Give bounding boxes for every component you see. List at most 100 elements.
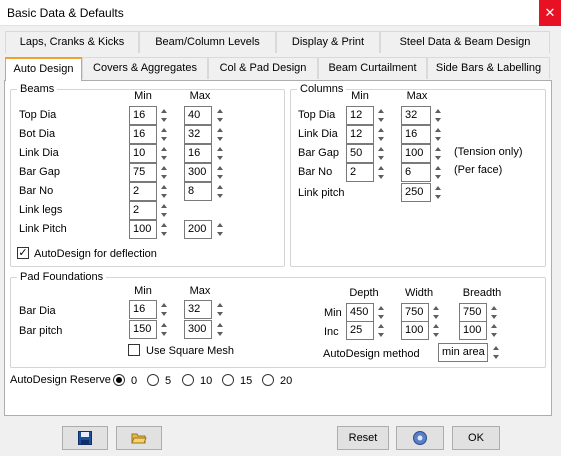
spin-down-icon[interactable] — [217, 232, 223, 236]
spin-up-icon[interactable] — [435, 109, 441, 113]
column-link-dia-min-spinner[interactable] — [377, 125, 387, 144]
beam-link-legs-min-spinner[interactable] — [160, 201, 170, 220]
spin-down-icon[interactable] — [217, 118, 223, 122]
spin-down-icon[interactable] — [435, 137, 441, 141]
beam-bot-dia-max-spinner[interactable] — [216, 125, 226, 144]
tab-side-bars-labelling[interactable]: Side Bars & Labelling — [427, 57, 550, 79]
spin-up-icon[interactable] — [493, 346, 499, 350]
spin-up-icon[interactable] — [378, 128, 384, 132]
spin-down-icon[interactable] — [378, 175, 384, 179]
pad-width-min-field[interactable]: 750 — [401, 303, 429, 322]
beam-bot-dia-min-spinner[interactable] — [160, 125, 170, 144]
pad-bar-pitch-max-spinner[interactable] — [216, 320, 226, 339]
help-button[interactable] — [396, 426, 444, 450]
column-bar-gap-min-spinner[interactable] — [377, 144, 387, 163]
column-top-dia-min-spinner[interactable] — [377, 106, 387, 125]
spin-down-icon[interactable] — [161, 156, 167, 160]
spin-down-icon[interactable] — [217, 175, 223, 179]
autodesign-method-field[interactable]: min area — [438, 343, 488, 362]
spin-down-icon[interactable] — [435, 156, 441, 160]
reserve-radio-10[interactable] — [182, 374, 194, 386]
spin-up-icon[interactable] — [217, 185, 223, 189]
spin-down-icon[interactable] — [161, 137, 167, 141]
square-mesh-checkbox[interactable] — [128, 344, 140, 356]
spin-up-icon[interactable] — [161, 223, 167, 227]
beam-link-legs-min-field[interactable]: 2 — [129, 201, 157, 220]
beam-link-pitch-max-spinner[interactable] — [216, 220, 226, 239]
autodesign-deflection-checkbox[interactable]: ✓ — [17, 247, 29, 259]
pad-width-inc-field[interactable]: 100 — [401, 321, 429, 340]
column-bar-no-min-field[interactable]: 2 — [346, 163, 374, 182]
spin-up-icon[interactable] — [378, 166, 384, 170]
column-link-dia-min-field[interactable]: 12 — [346, 125, 374, 144]
spin-up-icon[interactable] — [217, 303, 223, 307]
tab-beam-curtailment[interactable]: Beam Curtailment — [318, 57, 427, 79]
spin-up-icon[interactable] — [435, 186, 441, 190]
pad-bar-pitch-min-spinner[interactable] — [160, 320, 170, 339]
spin-down-icon[interactable] — [217, 332, 223, 336]
column-link-pitch-max-field[interactable]: 250 — [401, 183, 431, 202]
spin-down-icon[interactable] — [161, 118, 167, 122]
pad-depth-inc-field[interactable]: 25 — [346, 321, 374, 340]
pad-breadth-inc-spinner[interactable] — [490, 321, 500, 340]
spin-down-icon[interactable] — [378, 118, 384, 122]
pad-depth-min-field[interactable]: 450 — [346, 303, 374, 322]
pad-depth-min-spinner[interactable] — [377, 303, 387, 322]
pad-bar-dia-min-field[interactable]: 16 — [129, 300, 157, 319]
spin-up-icon[interactable] — [217, 223, 223, 227]
spin-up-icon[interactable] — [378, 109, 384, 113]
tab-beam-column-levels[interactable]: Beam/Column Levels — [139, 31, 276, 53]
beam-bar-gap-max-spinner[interactable] — [216, 163, 226, 182]
pad-bar-dia-min-spinner[interactable] — [160, 300, 170, 319]
spin-up-icon[interactable] — [433, 324, 439, 328]
column-top-dia-max-spinner[interactable] — [434, 106, 444, 125]
pad-breadth-inc-field[interactable]: 100 — [459, 321, 487, 340]
spin-down-icon[interactable] — [378, 156, 384, 160]
spin-up-icon[interactable] — [217, 109, 223, 113]
column-bar-gap-min-field[interactable]: 50 — [346, 144, 374, 163]
spin-up-icon[interactable] — [435, 128, 441, 132]
column-bar-no-max-field[interactable]: 6 — [401, 163, 431, 182]
spin-up-icon[interactable] — [435, 147, 441, 151]
tab-laps-cranks-kicks[interactable]: Laps, Cranks & Kicks — [5, 31, 139, 53]
beam-top-dia-max-spinner[interactable] — [216, 106, 226, 125]
spin-down-icon[interactable] — [161, 232, 167, 236]
reset-button[interactable]: Reset — [337, 426, 389, 450]
close-button[interactable]: ✕ — [539, 0, 561, 26]
spin-down-icon[interactable] — [491, 315, 497, 319]
column-top-dia-min-field[interactable]: 12 — [346, 106, 374, 125]
spin-up-icon[interactable] — [161, 204, 167, 208]
spin-down-icon[interactable] — [161, 312, 167, 316]
spin-down-icon[interactable] — [435, 118, 441, 122]
reserve-radio-0[interactable] — [113, 374, 125, 386]
beam-link-dia-max-spinner[interactable] — [216, 144, 226, 163]
spin-down-icon[interactable] — [435, 195, 441, 199]
pad-breadth-min-field[interactable]: 750 — [459, 303, 487, 322]
spin-down-icon[interactable] — [161, 332, 167, 336]
spin-up-icon[interactable] — [491, 324, 497, 328]
column-bar-no-min-spinner[interactable] — [377, 163, 387, 182]
spin-up-icon[interactable] — [217, 147, 223, 151]
pad-breadth-min-spinner[interactable] — [490, 303, 500, 322]
reserve-radio-15[interactable] — [222, 374, 234, 386]
spin-down-icon[interactable] — [378, 315, 384, 319]
save-button[interactable] — [62, 426, 108, 450]
spin-down-icon[interactable] — [435, 175, 441, 179]
spin-down-icon[interactable] — [433, 315, 439, 319]
spin-up-icon[interactable] — [433, 306, 439, 310]
autodesign-method-spinner[interactable] — [492, 343, 502, 362]
pad-depth-inc-spinner[interactable] — [377, 321, 387, 340]
spin-up-icon[interactable] — [217, 323, 223, 327]
spin-down-icon[interactable] — [493, 355, 499, 359]
column-link-dia-max-field[interactable]: 16 — [401, 125, 431, 144]
beam-bar-gap-min-field[interactable]: 75 — [129, 163, 157, 182]
spin-down-icon[interactable] — [433, 333, 439, 337]
column-top-dia-max-field[interactable]: 32 — [401, 106, 431, 125]
spin-up-icon[interactable] — [161, 303, 167, 307]
spin-down-icon[interactable] — [161, 213, 167, 217]
reserve-radio-20[interactable] — [262, 374, 274, 386]
spin-down-icon[interactable] — [217, 156, 223, 160]
open-button[interactable] — [116, 426, 162, 450]
column-bar-no-max-spinner[interactable] — [434, 163, 444, 182]
spin-down-icon[interactable] — [161, 175, 167, 179]
